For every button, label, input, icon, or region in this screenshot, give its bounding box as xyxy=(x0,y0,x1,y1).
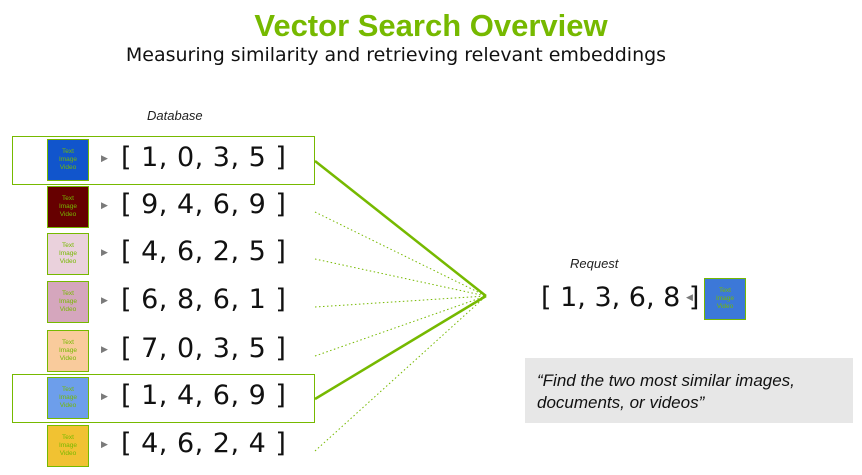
arrow-right-icon: ▶ xyxy=(101,439,108,449)
thumb-text-line: Image xyxy=(58,203,78,210)
embedding-vector: [ 1, 4, 6, 9 ] xyxy=(121,380,287,411)
thumb-text-line: Image xyxy=(58,347,78,354)
embedding-vector: [ 1, 0, 3, 5 ] xyxy=(121,142,287,173)
thumb-text-line: Text xyxy=(62,148,74,155)
request-vector: [ 1, 3, 6, 8 ] xyxy=(541,282,700,313)
embedding-vector: [ 7, 0, 3, 5 ] xyxy=(121,333,287,364)
request-label: Request xyxy=(570,256,619,271)
embedding-vector: [ 6, 8, 6, 1 ] xyxy=(121,284,287,315)
similarity-line-match xyxy=(314,294,487,401)
arrow-right-icon: ▶ xyxy=(101,247,108,257)
item-thumbnail: Text Image Video xyxy=(47,139,89,181)
thumb-text-line: Text xyxy=(62,339,74,346)
thumb-text-line: Text xyxy=(719,287,731,294)
arrow-right-icon: ▶ xyxy=(101,344,108,354)
thumb-text-line: Video xyxy=(59,211,77,218)
thumb-text-line: Video xyxy=(59,402,77,409)
embedding-vector: [ 9, 4, 6, 9 ] xyxy=(121,189,287,220)
similarity-line xyxy=(314,295,487,308)
similarity-line xyxy=(314,258,487,297)
item-thumbnail: Text Image Video xyxy=(47,425,89,467)
thumb-text-line: Video xyxy=(59,164,77,171)
embedding-vector: [ 4, 6, 2, 4 ] xyxy=(121,428,287,459)
query-text-box: “Find the two most similar images, docum… xyxy=(525,358,853,423)
arrow-right-icon: ▶ xyxy=(101,391,108,401)
thumb-text-line: Video xyxy=(59,306,77,313)
thumb-text-line: Image xyxy=(58,298,78,305)
thumb-text-line: Image xyxy=(58,250,78,257)
thumb-text-line: Video xyxy=(59,450,77,457)
thumb-text-line: Image xyxy=(715,295,735,302)
thumb-text-line: Text xyxy=(62,242,74,249)
thumb-text-line: Video xyxy=(59,355,77,362)
thumb-text-line: Text xyxy=(62,386,74,393)
thumb-text-line: Text xyxy=(62,434,74,441)
thumb-text-line: Image xyxy=(58,394,78,401)
similarity-line xyxy=(314,295,487,452)
thumb-text-line: Image xyxy=(58,156,78,163)
item-thumbnail: Text Image Video xyxy=(47,330,89,372)
similarity-line-match xyxy=(314,160,487,297)
similarity-line xyxy=(314,211,487,297)
item-thumbnail: Text Image Video xyxy=(47,233,89,275)
item-thumbnail: Text Image Video xyxy=(47,281,89,323)
item-thumbnail: Text Image Video xyxy=(47,186,89,228)
request-arrow-icon: ◀ xyxy=(686,292,693,302)
thumb-text-line: Text xyxy=(62,290,74,297)
thumb-text-line: Text xyxy=(62,195,74,202)
arrow-right-icon: ▶ xyxy=(101,295,108,305)
embedding-vector: [ 4, 6, 2, 5 ] xyxy=(121,236,287,267)
request-thumbnail: Text Image Video xyxy=(704,278,746,320)
arrow-right-icon: ▶ xyxy=(101,200,108,210)
thumb-text-line: Video xyxy=(716,303,734,310)
thumb-text-line: Image xyxy=(58,442,78,449)
item-thumbnail: Text Image Video xyxy=(47,377,89,419)
arrow-right-icon: ▶ xyxy=(101,153,108,163)
thumb-text-line: Video xyxy=(59,258,77,265)
